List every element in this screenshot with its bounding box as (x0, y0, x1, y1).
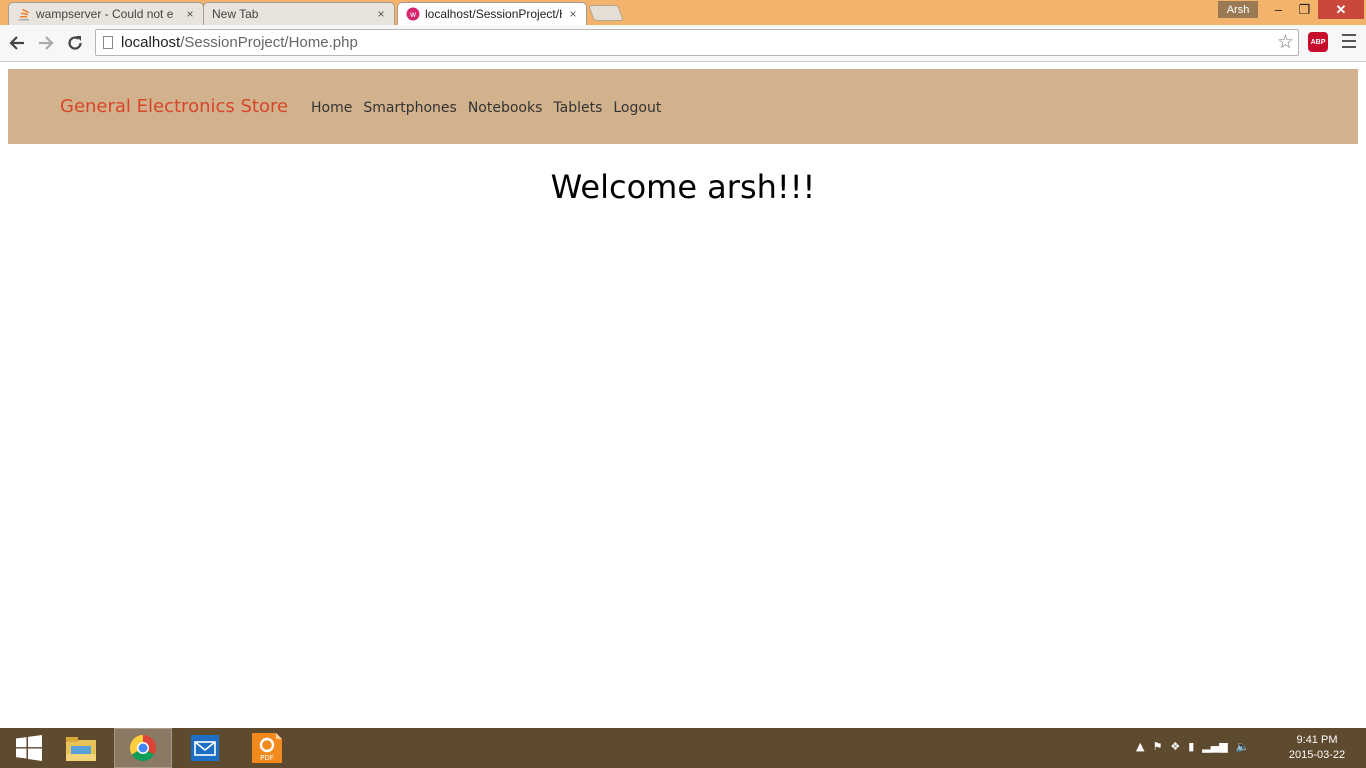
browser-tab-strip: wampserver - Could not e × New Tab × w l… (0, 0, 1366, 25)
system-tray: ▲ ⚑ ❖ ▮ ▂▄▆ 🔈 (1136, 740, 1249, 753)
address-bar[interactable]: localhost/SessionProject/Home.php ☆ (95, 29, 1299, 56)
stack-overflow-icon (17, 7, 31, 21)
file-explorer-icon (66, 737, 96, 761)
clock-time: 9:41 PM (1296, 734, 1338, 746)
site-brand[interactable]: General Electronics Store (60, 96, 288, 117)
nav-link-home[interactable]: Home (311, 100, 352, 116)
back-button[interactable] (5, 31, 29, 55)
reload-icon (68, 36, 82, 50)
wamp-icon: w (406, 7, 420, 21)
bookmark-star-icon[interactable]: ☆ (1277, 31, 1294, 53)
windows-taskbar: PDF ▲ ⚑ ❖ ▮ ▂▄▆ 🔈 9:41 PM 2015-03-22 (0, 728, 1366, 768)
tab-wampserver[interactable]: wampserver - Could not e × (8, 2, 204, 25)
volume-icon[interactable]: 🔈 (1236, 740, 1250, 753)
nav-link-smartphones[interactable]: Smartphones (363, 100, 456, 116)
restore-button[interactable]: ❐ (1291, 0, 1318, 19)
browser-toolbar: localhost/SessionProject/Home.php ☆ ABP (0, 25, 1366, 62)
battery-icon[interactable]: ▮ (1188, 740, 1194, 753)
nav-link-notebooks[interactable]: Notebooks (468, 100, 543, 116)
minimize-button[interactable]: – (1265, 0, 1292, 19)
forward-arrow-icon (39, 36, 54, 50)
site-navbar: General Electronics Store Home Smartphon… (8, 69, 1358, 144)
dropbox-icon[interactable]: ❖ (1170, 740, 1180, 753)
tab-session-project[interactable]: w localhost/SessionProject/H × (397, 2, 587, 25)
site-nav-links: Home Smartphones Notebooks Tablets Logou… (311, 100, 661, 116)
taskbar-file-explorer[interactable] (52, 728, 110, 768)
nav-link-tablets[interactable]: Tablets (553, 100, 602, 116)
profile-button[interactable]: Arsh (1218, 1, 1258, 18)
tab-close-icon[interactable]: × (374, 7, 388, 21)
tab-close-icon[interactable]: × (183, 7, 197, 21)
taskbar-chrome[interactable] (114, 728, 172, 768)
url-path: /SessionProject/Home.php (180, 34, 358, 51)
tab-close-icon[interactable]: × (566, 7, 580, 21)
windows-logo-icon (16, 735, 42, 761)
taskbar-mail[interactable] (176, 728, 234, 768)
taskbar-pdf-app[interactable]: PDF (238, 728, 296, 768)
reload-button[interactable] (63, 31, 87, 55)
tab-title: wampserver - Could not e (36, 7, 174, 21)
forward-button[interactable] (34, 31, 58, 55)
svg-text:PDF: PDF (260, 754, 274, 762)
nav-link-logout[interactable]: Logout (613, 100, 661, 116)
mail-icon (191, 735, 219, 761)
tab-new-tab[interactable]: New Tab × (203, 2, 395, 25)
page-icon (103, 36, 113, 49)
url-text[interactable]: localhost/SessionProject/Home.php (121, 34, 358, 51)
chrome-menu-icon[interactable] (1342, 34, 1356, 50)
show-hidden-icons-icon[interactable]: ▲ (1136, 740, 1144, 753)
taskbar-clock[interactable]: 9:41 PM 2015-03-22 (1282, 733, 1352, 763)
start-button[interactable] (0, 728, 58, 768)
tab-title: localhost/SessionProject/H (425, 7, 562, 21)
adblock-plus-icon[interactable]: ABP (1308, 32, 1328, 52)
svg-text:w: w (410, 10, 417, 19)
new-tab-button[interactable] (588, 5, 624, 21)
action-center-flag-icon[interactable]: ⚑ (1152, 740, 1162, 753)
close-window-button[interactable]: ✕ (1318, 0, 1364, 19)
chrome-icon (129, 734, 157, 762)
back-arrow-icon (9, 36, 24, 50)
pdf-app-icon: PDF (252, 733, 282, 763)
tab-title: New Tab (212, 7, 259, 21)
welcome-heading: Welcome arsh!!! (550, 168, 816, 206)
network-signal-icon[interactable]: ▂▄▆ (1202, 740, 1227, 753)
url-host: localhost (121, 34, 181, 51)
clock-date: 2015-03-22 (1288, 749, 1346, 761)
